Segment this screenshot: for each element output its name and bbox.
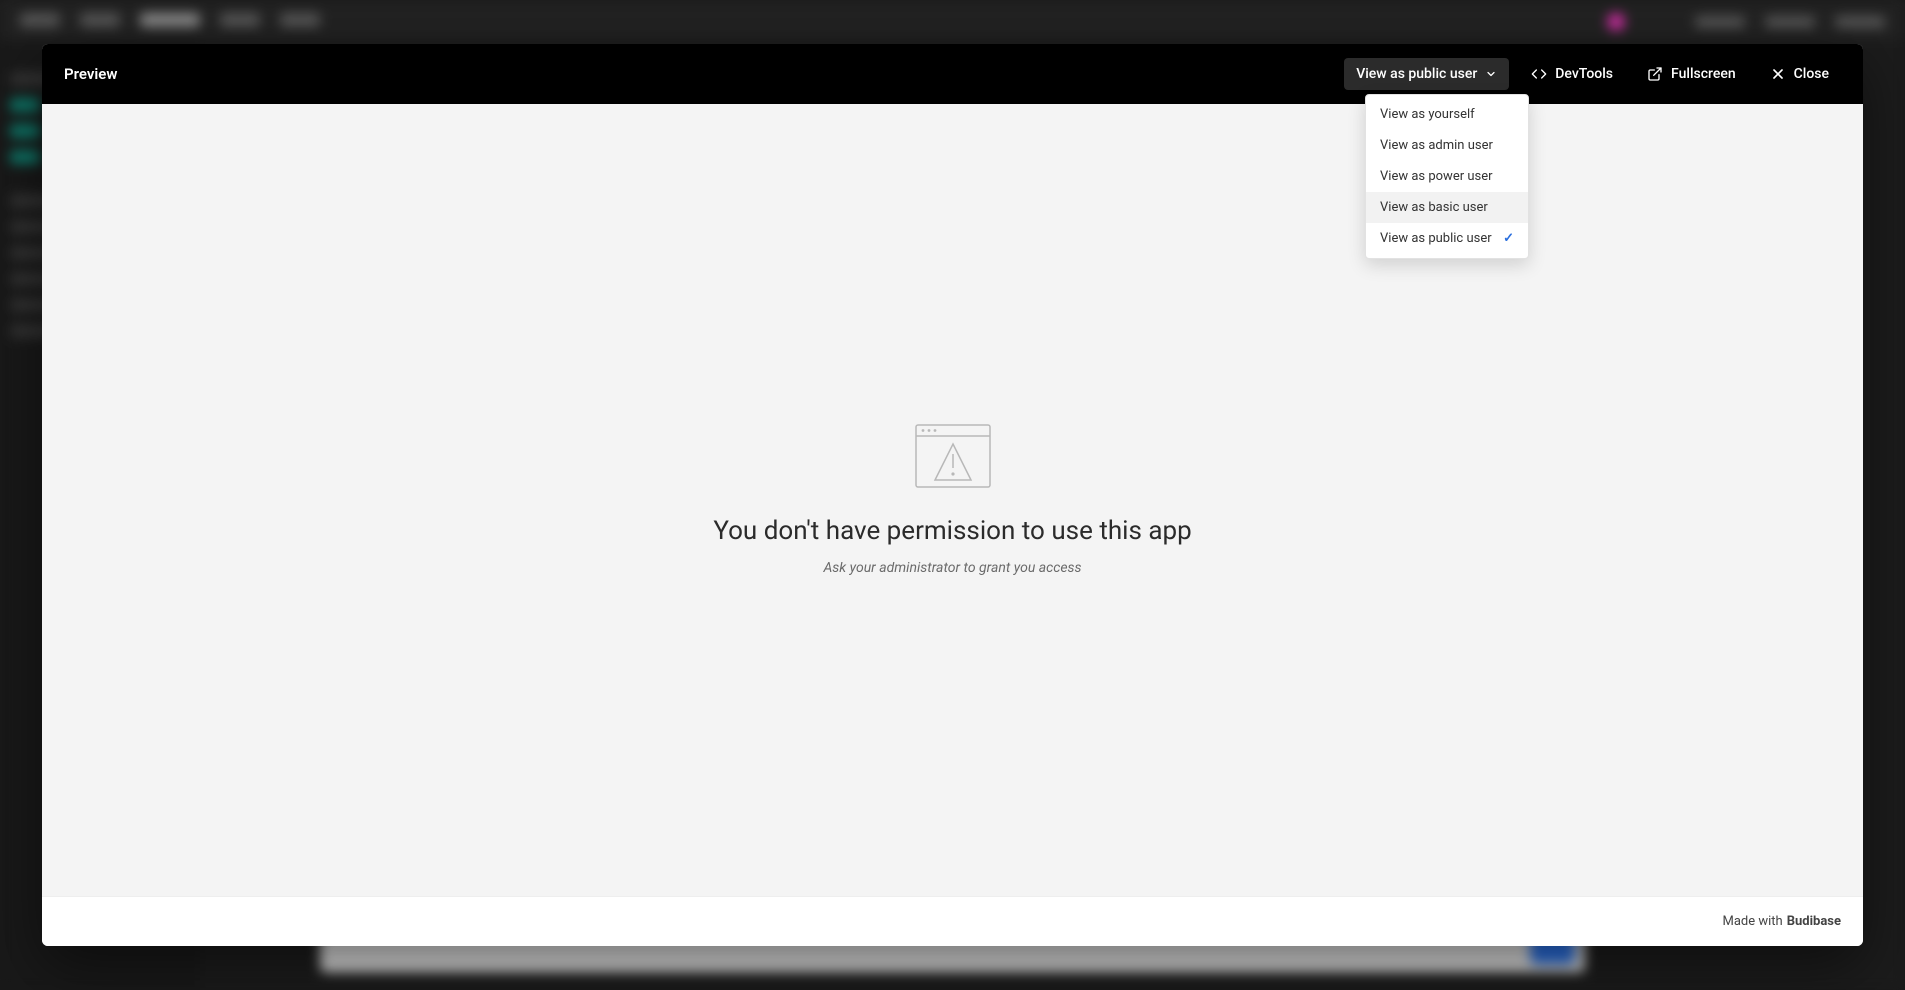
no-access-illustration xyxy=(915,424,991,488)
view-as-option[interactable]: View as basic user xyxy=(1366,192,1528,223)
view-as-option-label: View as admin user xyxy=(1380,138,1493,153)
devtools-button[interactable]: DevTools xyxy=(1519,58,1625,90)
view-as-option[interactable]: View as public user ✓ xyxy=(1366,223,1528,254)
footer-prefix: Made with xyxy=(1722,914,1782,929)
chevron-down-icon xyxy=(1485,68,1497,80)
devtools-label: DevTools xyxy=(1555,66,1613,82)
modal-title: Preview xyxy=(64,65,117,83)
view-as-dropdown-menu: View as yourself View as admin user View a… xyxy=(1365,94,1529,259)
check-icon: ✓ xyxy=(1503,231,1514,246)
close-label: Close xyxy=(1794,66,1829,82)
view-as-option[interactable]: View as yourself xyxy=(1366,99,1528,130)
view-as-label: View as public user xyxy=(1356,66,1477,82)
modal-body: You don't have permission to use this ap… xyxy=(42,104,1863,896)
fullscreen-label: Fullscreen xyxy=(1671,66,1736,82)
view-as-option-label: View as public user xyxy=(1380,231,1492,246)
view-as-option[interactable]: View as power user xyxy=(1366,161,1528,192)
footer-brand: Budibase xyxy=(1787,914,1841,929)
view-as-option-label: View as basic user xyxy=(1380,200,1488,215)
fullscreen-button[interactable]: Fullscreen xyxy=(1635,58,1748,90)
code-icon xyxy=(1531,66,1547,82)
modal-header: Preview View as public user DevTools Ful… xyxy=(42,44,1863,104)
view-as-option[interactable]: View as admin user xyxy=(1366,130,1528,161)
close-button[interactable]: Close xyxy=(1758,58,1841,90)
external-link-icon xyxy=(1647,66,1663,82)
view-as-option-label: View as yourself xyxy=(1380,107,1475,122)
close-icon xyxy=(1770,66,1786,82)
no-access-subtitle: Ask your administrator to grant you acce… xyxy=(823,560,1081,576)
no-access-title: You don't have permission to use this ap… xyxy=(713,516,1191,546)
modal-footer: Made with Budibase xyxy=(42,896,1863,946)
view-as-option-label: View as power user xyxy=(1380,169,1493,184)
view-as-dropdown-button[interactable]: View as public user xyxy=(1344,58,1509,90)
header-actions: View as public user DevTools Fullscreen … xyxy=(1344,58,1841,90)
preview-modal: Preview View as public user DevTools Ful… xyxy=(42,44,1863,946)
